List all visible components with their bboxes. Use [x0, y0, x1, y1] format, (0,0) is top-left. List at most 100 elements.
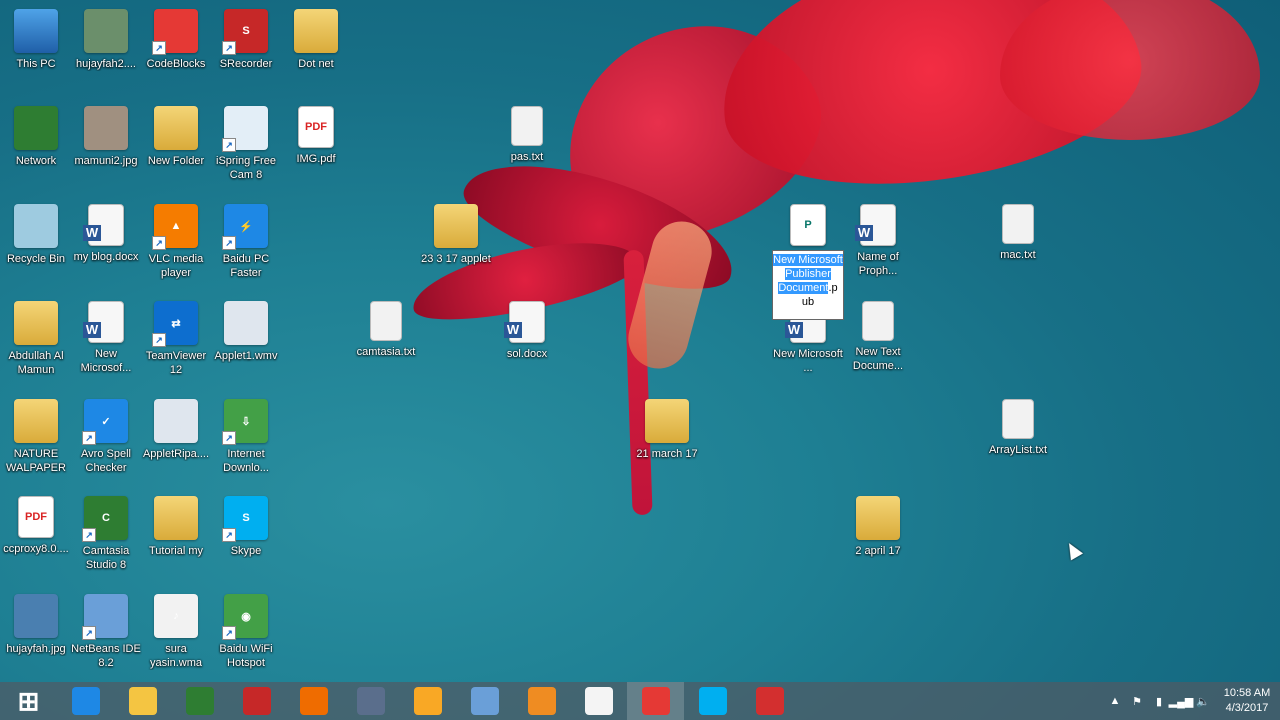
- desktop-icon[interactable]: PDF IMG.pdf: [280, 102, 352, 188]
- taskbar-button[interactable]: [57, 682, 114, 720]
- desktop-icon[interactable]: Recycle Bin: [0, 200, 72, 286]
- desktop-icon[interactable]: my blog.docx: [70, 200, 142, 286]
- folder-icon: [14, 399, 58, 443]
- desktop-icon[interactable]: PDF ccproxy8.0....: [0, 492, 72, 578]
- desktop-icon-label: Name of Proph...: [857, 251, 899, 277]
- desktop-icon-label: CodeBlocks: [146, 58, 206, 70]
- camtasia-icon: C: [82, 496, 128, 542]
- pdf-file-icon: PDF: [298, 106, 334, 148]
- desktop-icon[interactable]: AppletRipa....: [140, 395, 212, 481]
- taskbar-button[interactable]: [456, 682, 513, 720]
- desktop-icon[interactable]: This PC: [0, 5, 72, 91]
- taskbar: ⊞ ▲ ⚑ ▮ ▂▄▆ 🔈 10:58 AM 4/3/2017: [0, 682, 1280, 720]
- desktop-icon-label: Network: [15, 155, 57, 167]
- desktop-icon[interactable]: NATURE WALPAPER: [0, 395, 72, 481]
- taskbar-button[interactable]: [570, 682, 627, 720]
- desktop-icon[interactable]: Applet1.wmv: [210, 297, 282, 383]
- desktop-icon[interactable]: hujayfah2....: [70, 5, 142, 91]
- vlc-icon: ▲: [152, 204, 198, 250]
- taskbar-button[interactable]: [342, 682, 399, 720]
- desktop-icon-label: Avro Spell Checker: [81, 448, 131, 474]
- ispring-icon: [222, 106, 268, 152]
- desktop-icon[interactable]: ⇄ TeamViewer 12: [140, 297, 212, 383]
- desktop-icon[interactable]: Dot net: [280, 5, 352, 91]
- system-tray: ▲ ⚑ ▮ ▂▄▆ 🔈 10:58 AM 4/3/2017: [1104, 682, 1280, 720]
- desktop-icon[interactable]: ✓ Avro Spell Checker: [70, 395, 142, 481]
- desktop-icon[interactable]: S SRecorder: [210, 5, 282, 91]
- clock-time: 10:58 AM: [1223, 687, 1271, 699]
- taskbar-button[interactable]: [114, 682, 171, 720]
- desktop-icon[interactable]: Name of Proph...: [842, 200, 914, 286]
- desktop-icon[interactable]: 2 april 17: [842, 492, 914, 578]
- this-pc-icon: [14, 9, 58, 53]
- desktop-icon-label: TeamViewer 12: [145, 350, 207, 376]
- desktop-icon[interactable]: sol.docx: [491, 297, 563, 383]
- desktop-icon[interactable]: 23 3 17 applet: [420, 200, 492, 286]
- skype-icon: S: [222, 496, 268, 542]
- text-editor-icon: [356, 687, 385, 715]
- text-file-icon: [370, 301, 402, 341]
- desktop-icon[interactable]: 21 march 17: [631, 395, 703, 481]
- desktop-icon[interactable]: ⇩ Internet Downlo...: [210, 395, 282, 481]
- desktop-icon[interactable]: Network: [0, 102, 72, 188]
- desktop-icon-label: 21 march 17: [636, 448, 698, 460]
- avro-spell-checker-icon: ✓: [82, 399, 128, 445]
- network-signal-icon[interactable]: ▂▄▆: [1169, 682, 1194, 720]
- desktop-icon[interactable]: mac.txt: [982, 200, 1054, 286]
- desktop-icon-label: IMG.pdf: [296, 153, 336, 165]
- taskbar-button[interactable]: ⊞: [0, 682, 57, 720]
- desktop-icon[interactable]: ▲ VLC media player: [140, 200, 212, 286]
- audio-file-icon: ♪: [154, 594, 198, 638]
- desktop-icon[interactable]: ⚡ Baidu PC Faster: [210, 200, 282, 286]
- text-file-icon: [1002, 399, 1034, 439]
- desktop-icon[interactable]: New Folder: [140, 102, 212, 188]
- slides-icon: [527, 687, 556, 715]
- windows-store-icon: [185, 687, 214, 715]
- internet-download-manager-icon: ⇩: [222, 399, 268, 445]
- desktop-icon[interactable]: CodeBlocks: [140, 5, 212, 91]
- volume-icon[interactable]: 🔈: [1192, 682, 1214, 720]
- desktop-icon-label: Skype: [230, 545, 262, 557]
- rename-extension: .p: [828, 282, 838, 294]
- desktop-icon-label: Abdullah Al Mamun: [8, 350, 64, 376]
- show-hidden-icons-icon[interactable]: ▲: [1104, 682, 1126, 720]
- teamviewer-icon: ⇄: [152, 301, 198, 347]
- desktop-icon[interactable]: camtasia.txt: [350, 297, 422, 383]
- action-center-flag-icon[interactable]: ⚑: [1126, 682, 1148, 720]
- taskbar-button[interactable]: [399, 682, 456, 720]
- desktop-icon-label: hujayfah2....: [76, 58, 136, 70]
- taskbar-button[interactable]: [285, 682, 342, 720]
- taskbar-button[interactable]: [513, 682, 570, 720]
- desktop-icon-label: Applet1.wmv: [214, 350, 278, 362]
- taskbar-button[interactable]: [627, 682, 684, 720]
- desktop-icon[interactable]: ♪ sura yasin.wma: [140, 590, 212, 676]
- desktop-icon[interactable]: Tutorial my: [140, 492, 212, 578]
- word-document-icon: [855, 204, 896, 246]
- clock-date: 4/3/2017: [1225, 702, 1269, 714]
- desktop-icon[interactable]: C Camtasia Studio 8: [70, 492, 142, 578]
- desktop-icon[interactable]: New Text Docume...: [842, 297, 914, 383]
- desktop-icon[interactable]: hujayfah.jpg: [0, 590, 72, 676]
- desktop-icon[interactable]: NetBeans IDE 8.2: [70, 590, 142, 676]
- taskbar-button[interactable]: [228, 682, 285, 720]
- download-manager-icon: [242, 687, 271, 715]
- desktop-icon[interactable]: ◉ Baidu WiFi Hotspot: [210, 590, 282, 676]
- battery-icon[interactable]: ▮: [1148, 682, 1170, 720]
- desktop-icon[interactable]: S Skype: [210, 492, 282, 578]
- taskbar-button[interactable]: [171, 682, 228, 720]
- srecorder-icon: S: [222, 9, 268, 55]
- desktop-icon[interactable]: ArrayList.txt: [982, 395, 1054, 481]
- desktop-icon[interactable]: mamuni2.jpg: [70, 102, 142, 188]
- taskbar-clock[interactable]: 10:58 AM 4/3/2017: [1214, 686, 1280, 716]
- taskbar-button[interactable]: [741, 682, 798, 720]
- baidu-icon: [641, 687, 670, 715]
- photo-icon: [14, 594, 58, 638]
- desktop-icon[interactable]: pas.txt: [491, 102, 563, 188]
- desktop-icon[interactable]: Abdullah Al Mamun: [0, 297, 72, 383]
- desktop-icon[interactable]: iSpring Free Cam 8: [210, 102, 282, 188]
- media-player-icon: [413, 687, 442, 715]
- desktop-icon-label: NetBeans IDE 8.2: [71, 643, 141, 669]
- rename-textbox[interactable]: New Microsoft Publisher Document.p ub: [772, 250, 844, 320]
- desktop-icon[interactable]: New Microsof...: [70, 297, 142, 383]
- taskbar-button[interactable]: [684, 682, 741, 720]
